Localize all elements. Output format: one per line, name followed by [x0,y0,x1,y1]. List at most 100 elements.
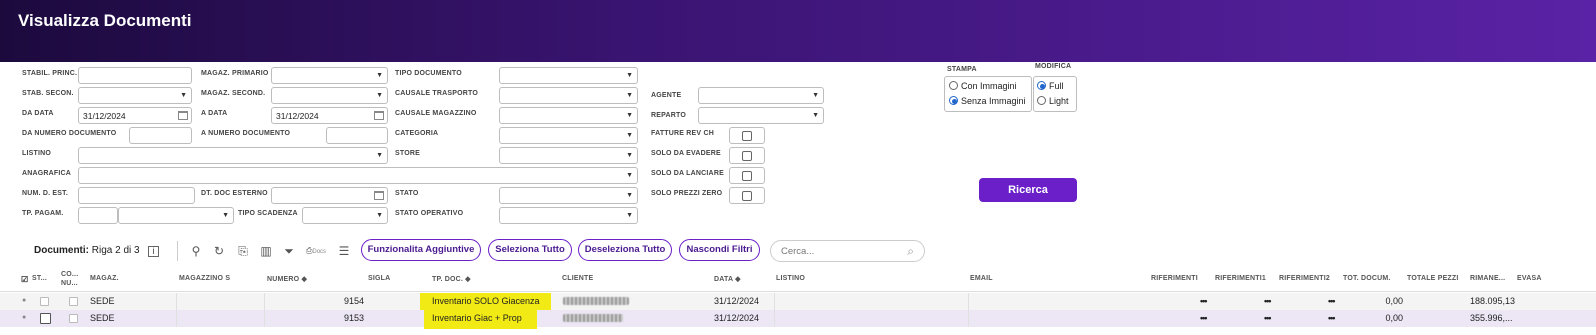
column-riferimenti1[interactable]: RIFERIMENTI1 [1215,275,1266,282]
toolbar-divider [177,241,178,261]
riferimenti1-more-icon[interactable]: ••• [1264,313,1272,323]
row-select-checkbox[interactable] [69,314,78,323]
row-select-checkbox[interactable] [69,297,78,306]
ricerca-button[interactable]: Ricerca [979,178,1077,202]
radio-label: Con Immagini [961,81,1017,91]
info-icon[interactable]: i [148,246,159,257]
column-co-nu[interactable]: CO... NU... [61,270,79,288]
dt-doc-esterno-input[interactable] [271,187,388,204]
riferimenti2-more-icon[interactable]: ••• [1328,313,1336,323]
modifica-light-option[interactable]: Light [1037,96,1069,106]
docs-icon[interactable]: ⎙Docs [302,246,330,256]
columns-icon[interactable]: ▥ [259,244,273,258]
magaz-second-select[interactable] [271,87,388,104]
solo-da-lanciare-checkbox[interactable] [729,167,765,184]
column-magazzino-s[interactable]: MAGAZZINO S [179,275,230,282]
a-data-input[interactable]: 31/12/2024 [271,107,388,124]
num-d-est-input[interactable] [78,187,195,204]
solo-da-evadere-checkbox[interactable] [729,147,765,164]
agente-label: AGENTE [651,92,682,99]
column-email[interactable]: EMAIL [970,275,993,282]
riferimenti-more-icon[interactable]: ••• [1200,296,1208,306]
column-divider [774,293,775,310]
agente-select[interactable] [698,87,824,104]
causale-magazzino-label: CAUSALE MAGAZZINO [395,110,477,117]
column-evasa[interactable]: EVASA [1517,275,1542,282]
column-sigla[interactable]: SIGLA [368,275,390,282]
modifica-group: Full Light [1033,76,1077,112]
column-divider [968,310,969,327]
row-marker-icon: ● [22,314,27,321]
riferimenti1-more-icon[interactable]: ••• [1264,296,1272,306]
causale-trasporto-select[interactable] [499,87,638,104]
row-status-checkbox[interactable] [40,313,51,324]
column-cliente[interactable]: CLIENTE [562,275,593,282]
riferimenti2-more-icon[interactable]: ••• [1328,296,1336,306]
reparto-select[interactable] [698,107,824,124]
stato-operativo-select[interactable] [499,207,638,224]
search-icon[interactable]: ⚲ [189,244,203,258]
stampa-senza-immagini-option[interactable]: Senza Immagini [949,96,1026,106]
refresh-icon[interactable]: ↻ [212,244,226,258]
store-select[interactable] [499,147,638,164]
column-riferimenti[interactable]: RIFERIMENTI [1151,275,1198,282]
da-numero-documento-label: DA NUMERO DOCUMENTO [22,130,117,137]
anagrafica-select[interactable] [78,167,638,184]
riferimenti-more-icon[interactable]: ••• [1200,313,1208,323]
column-divider [264,293,265,310]
calendar-icon[interactable] [374,111,384,120]
deseleziona-tutto-button[interactable]: Deseleziona Tutto [578,239,672,261]
cell-sigla: 9154 [343,296,364,306]
listino-select[interactable] [78,147,388,164]
column-riferimenti2[interactable]: RIFERIMENTI2 [1279,275,1330,282]
anagrafica-label: ANAGRAFICA [22,170,72,177]
column-st[interactable]: ST... [32,275,47,282]
column-rimane[interactable]: RIMANE... [1470,275,1505,282]
fatture-rev-ch-checkbox[interactable] [729,127,765,144]
checkbox-box [742,151,752,161]
stab-secon-select[interactable] [78,87,192,104]
column-tp-doc[interactable]: TP. DOC. ◆ [432,275,471,283]
causale-magazzino-select[interactable] [499,107,638,124]
da-data-input[interactable]: 31/12/2024 [78,107,192,124]
search-input[interactable]: Cerca... ⌕ [770,240,925,262]
nascondi-filtri-button[interactable]: Nascondi Filtri [679,239,760,261]
column-data[interactable]: DATA ◆ [714,275,741,283]
table-row[interactable]: ● SEDE 9153 Inventario Giac + Prop 31/12… [0,310,1596,329]
tipo-documento-select[interactable] [499,67,638,84]
select-all-checkbox[interactable]: ☑ [21,275,28,284]
clear-filter-icon[interactable]: ☰ [337,244,351,258]
column-numero[interactable]: NUMERO ◆ [267,275,307,283]
tipo-scadenza-select[interactable] [302,207,388,224]
filter-icon[interactable]: ⏷ [282,244,296,259]
seleziona-tutto-button[interactable]: Seleziona Tutto [488,239,572,261]
tp-pagam-select[interactable] [118,207,234,224]
modifica-full-option[interactable]: Full [1037,81,1064,91]
column-totale-pezzi[interactable]: TOTALE PEZZI [1407,275,1459,282]
column-tot-docum[interactable]: TOT. DOCUM. [1343,275,1391,282]
checkbox-box [742,131,752,141]
categoria-select[interactable] [499,127,638,144]
stampa-con-immagini-option[interactable]: Con Immagini [949,81,1017,91]
calendar-icon[interactable] [178,111,188,120]
column-magaz[interactable]: MAGAZ. [90,275,119,282]
stampa-group: Con Immagini Senza Immagini [944,76,1032,112]
documents-counter: Documenti: Riga 2 di 3 [34,245,140,256]
table-row[interactable]: ● SEDE 9154 Inventario SOLO Giacenza 31/… [0,293,1596,310]
solo-prezzi-zero-checkbox[interactable] [729,187,765,204]
tp-pagam-label: TP. PAGAM. [22,210,64,217]
row-status-checkbox[interactable] [40,297,49,306]
a-numero-documento-input[interactable] [326,127,388,144]
export-icon[interactable]: ⎘ [236,244,250,259]
calendar-icon[interactable] [374,191,384,200]
cell-tot-docum: 0,00 [1385,296,1403,306]
stabil-princ-input[interactable] [78,67,192,84]
funzionalita-aggiuntive-button[interactable]: Funzionalita Aggiuntive [361,239,481,261]
magaz-primario-select[interactable] [271,67,388,84]
da-numero-documento-input[interactable] [129,127,192,144]
stato-select[interactable] [499,187,638,204]
column-listino[interactable]: LISTINO [776,275,805,282]
documents-range: Riga 2 di 3 [91,245,140,256]
cell-tot-docum: 0,00 [1385,313,1403,323]
tp-pagam-input[interactable] [78,207,118,224]
